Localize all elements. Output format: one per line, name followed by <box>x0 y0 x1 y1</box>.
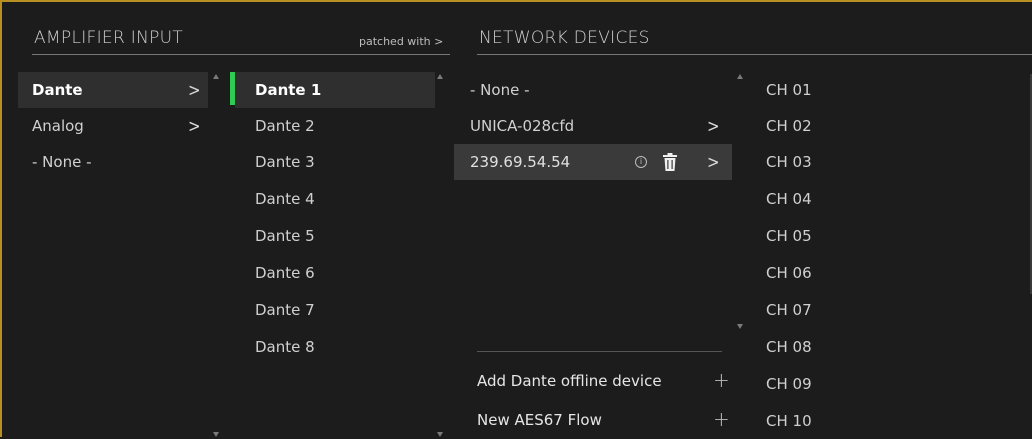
input-types-scroll-up-icon[interactable] <box>213 74 219 79</box>
dante-input-label: Dante 5 <box>255 227 315 245</box>
input-type-none[interactable]: - None - <box>18 144 208 180</box>
channel-label: CH 10 <box>766 412 812 430</box>
new-aes67-flow-button[interactable]: New AES67 Flow + <box>474 406 736 436</box>
dante-input-2[interactable]: Dante 2 <box>235 108 435 144</box>
dante-input-5[interactable]: Dante 5 <box>235 218 435 254</box>
dante-input-label: Dante 6 <box>255 264 315 282</box>
network-device-label: - None - <box>470 81 530 99</box>
network-device-label: 239.69.54.54 <box>470 153 571 171</box>
patched-with-label: patched with > <box>359 35 444 48</box>
amplifier-input-header: AMPLIFIER INPUT <box>34 28 184 48</box>
channel-label: CH 09 <box>766 375 812 393</box>
dante-input-6[interactable]: Dante 6 <box>235 255 435 291</box>
input-type-analog[interactable]: Analog > <box>18 108 208 144</box>
dante-input-1[interactable]: Dante 1 <box>235 72 435 108</box>
network-devices-header: NETWORK DEVICES <box>479 28 650 48</box>
trash-icon[interactable] <box>663 153 677 171</box>
input-types-scroll-down-icon[interactable] <box>213 432 219 437</box>
info-icon[interactable]: i <box>635 156 647 168</box>
channel-item[interactable]: CH 04 <box>752 181 1012 217</box>
channel-item[interactable]: CH 06 <box>752 255 1012 291</box>
amplifier-patch-panel: AMPLIFIER INPUT patched with > NETWORK D… <box>0 0 1032 437</box>
channel-item[interactable]: CH 02 <box>752 108 1012 144</box>
dante-input-label: Dante 8 <box>255 338 315 356</box>
channel-label: CH 07 <box>766 301 812 319</box>
plus-icon: + <box>713 368 730 392</box>
channel-item[interactable]: CH 09 <box>752 366 1012 402</box>
plus-icon: + <box>713 407 730 431</box>
dante-input-7[interactable]: Dante 7 <box>235 292 435 328</box>
channel-label: CH 08 <box>766 338 812 356</box>
dante-input-label: Dante 7 <box>255 301 315 319</box>
network-devices-header-underline <box>477 54 1032 55</box>
channel-label: CH 03 <box>766 153 812 171</box>
chevron-right-icon: > <box>188 115 201 137</box>
dante-input-label: Dante 2 <box>255 117 315 135</box>
channel-item[interactable]: CH 10 <box>752 403 1012 439</box>
add-dante-offline-device-label: Add Dante offline device <box>477 372 662 390</box>
input-type-label: - None - <box>32 153 92 171</box>
dante-input-label: Dante 1 <box>255 81 322 99</box>
channel-label: CH 01 <box>766 81 812 99</box>
network-device-label: UNICA-028cfd <box>470 117 575 135</box>
channel-item[interactable]: CH 08 <box>752 329 1012 365</box>
input-type-dante[interactable]: Dante > <box>18 72 208 108</box>
channel-item[interactable]: CH 05 <box>752 218 1012 254</box>
channel-label: CH 04 <box>766 190 812 208</box>
input-type-label: Dante <box>32 81 83 99</box>
dante-inputs-scroll-up-icon[interactable] <box>437 74 443 79</box>
dante-input-label: Dante 3 <box>255 153 315 171</box>
channel-label: CH 02 <box>766 117 812 135</box>
dante-input-label: Dante 4 <box>255 190 315 208</box>
network-device-unica[interactable]: UNICA-028cfd > <box>454 108 732 144</box>
channel-label: CH 05 <box>766 227 812 245</box>
channel-label: CH 06 <box>766 264 812 282</box>
dante-input-3[interactable]: Dante 3 <box>235 144 435 180</box>
network-devices-scroll-up-icon[interactable] <box>737 74 743 79</box>
chevron-right-icon: > <box>707 151 720 173</box>
actions-separator <box>477 351 722 352</box>
network-device-multicast[interactable]: 239.69.54.54 i > <box>454 144 732 180</box>
new-aes67-flow-label: New AES67 Flow <box>477 411 602 429</box>
amplifier-input-header-underline <box>32 54 450 55</box>
add-dante-offline-device-button[interactable]: Add Dante offline device + <box>474 368 736 398</box>
channel-item[interactable]: CH 01 <box>752 72 1012 108</box>
channel-item[interactable]: CH 07 <box>752 292 1012 328</box>
network-devices-scroll-down-icon[interactable] <box>737 324 743 329</box>
dante-input-8[interactable]: Dante 8 <box>235 329 435 365</box>
network-device-none[interactable]: - None - <box>454 72 732 108</box>
input-type-label: Analog <box>32 117 84 135</box>
dante-input-4[interactable]: Dante 4 <box>235 181 435 217</box>
channel-item[interactable]: CH 03 <box>752 144 1012 180</box>
dante-inputs-scroll-down-icon[interactable] <box>437 432 443 437</box>
